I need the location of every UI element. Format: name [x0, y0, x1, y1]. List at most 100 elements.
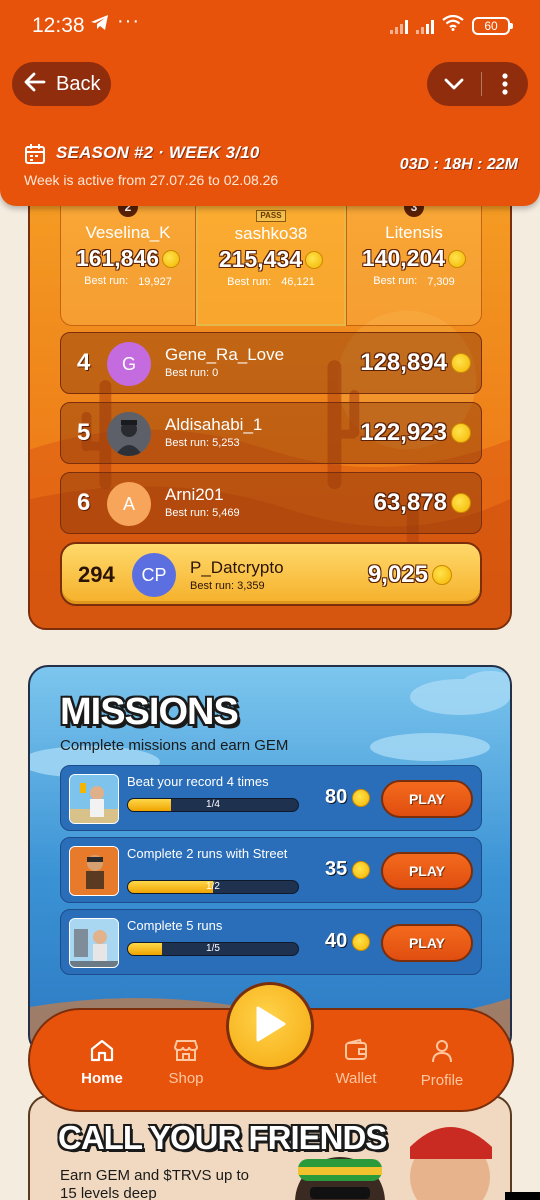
row-best-run: Best run: 5,253	[165, 437, 240, 449]
my-score: 9,025	[368, 561, 452, 589]
best-run-value: 19,927	[138, 275, 172, 288]
progress-text: 1/4	[206, 799, 220, 810]
row-score: 122,923	[360, 419, 471, 447]
score-value: 215,434	[218, 246, 303, 272]
mission-progress-bar: 1/2	[127, 880, 299, 894]
nav-shop[interactable]: Shop	[146, 1038, 226, 1087]
row-score: 128,894	[360, 349, 471, 377]
mission-item: Beat your record 4 times 1/4 80 PLAY	[60, 765, 482, 831]
podium-second[interactable]: 2 Veselina_K 161,846 Best run: 19,927	[60, 197, 196, 326]
status-time: 12:38	[32, 14, 85, 37]
best-run-label: Best run:	[373, 275, 418, 287]
score-value: 161,846	[75, 245, 160, 271]
score-value: 9,025	[367, 561, 428, 588]
mission-title: Complete 2 runs with Street	[127, 846, 288, 861]
nav-label: Profile	[420, 1072, 464, 1089]
battery-icon: 60	[472, 16, 513, 35]
my-rank-row[interactable]: 294 CP P_Datcrypto Best run: 3,359 9,025	[60, 542, 482, 606]
chevron-down-icon[interactable]	[427, 62, 481, 106]
play-mission-button[interactable]: PLAY	[381, 780, 473, 818]
player-name: Litensis	[385, 223, 443, 242]
avatar	[107, 412, 151, 456]
play-button[interactable]	[226, 982, 314, 1070]
podium-first[interactable]: PASS sashko38 215,434 Best run: 46,121	[196, 202, 346, 326]
status-bar: 12:38 ··· 60	[0, 0, 540, 52]
leaderboard-row[interactable]: 6 A Arni201 Best run: 5,469 63,878	[60, 472, 482, 534]
mission-item: Complete 2 runs with Street 1/2 35 PLAY	[60, 837, 482, 903]
nav-label: Wallet	[335, 1070, 377, 1087]
coin-icon	[352, 860, 371, 879]
play-mission-button[interactable]: PLAY	[381, 924, 473, 962]
row-rank: 4	[77, 349, 91, 376]
best-run: Best run: 46,121	[198, 276, 344, 288]
coin-icon	[451, 493, 471, 513]
row-name: Aldisahabi_1	[165, 415, 263, 434]
mission-title: Complete 5 runs	[127, 918, 223, 933]
coin-icon	[162, 249, 181, 268]
season-title: SEASON #2 · WEEK 3/10	[56, 143, 260, 162]
row-rank: 6	[77, 489, 91, 516]
row-score: 63,878	[374, 489, 471, 517]
reward-value: 35	[325, 858, 348, 880]
my-rank: 294	[78, 562, 115, 587]
best-run-label: Best run:	[227, 276, 272, 288]
telegram-icon	[90, 14, 110, 37]
signal-icon	[390, 18, 408, 34]
nav-home[interactable]: Home	[62, 1038, 142, 1087]
wifi-icon	[442, 14, 464, 36]
mission-reward: 35	[325, 858, 371, 881]
leaderboard-card: 2 Veselina_K 161,846 Best run: 19,927 PAS…	[28, 150, 512, 630]
missions-subtitle: Complete missions and earn GEM	[60, 737, 289, 754]
avatar: A	[107, 482, 151, 526]
pass-badge: PASS	[256, 210, 286, 222]
score-value: 122,923	[360, 419, 447, 446]
mission-thumbnail	[69, 918, 119, 968]
player-name: sashko38	[234, 224, 308, 243]
progress-text: 1/2	[206, 881, 220, 892]
nav-profile[interactable]: Profile	[402, 1038, 482, 1089]
avatar: G	[107, 342, 151, 386]
play-mission-button[interactable]: PLAY	[381, 852, 473, 890]
signal-icon-2	[416, 18, 434, 34]
season-subtitle: Week is active from 27.07.26 to 02.08.26	[24, 172, 279, 188]
calendar-icon	[24, 143, 46, 170]
back-button[interactable]: Back	[12, 62, 111, 106]
nav-label: Shop	[168, 1070, 204, 1087]
system-gesture-bar	[505, 1192, 540, 1200]
coin-icon	[451, 423, 471, 443]
mission-reward: 80	[325, 786, 371, 809]
profile-icon	[430, 1040, 454, 1068]
app-header: 12:38 ··· 60 Back SEASON #2 · WEEK 3/10 …	[0, 0, 540, 206]
mission-thumbnail	[69, 846, 119, 896]
mission-item: Complete 5 runs 1/5 40 PLAY	[60, 909, 482, 975]
home-icon	[89, 1039, 115, 1066]
mission-reward: 40	[325, 930, 371, 953]
coin-icon	[451, 353, 471, 373]
best-run-label: Best run:	[84, 275, 129, 287]
row-best-run: Best run: 0	[165, 367, 219, 379]
best-run: Best run: 19,927	[61, 275, 195, 288]
more-notifications-icon: ···	[117, 10, 140, 32]
player-score: 215,434	[198, 246, 344, 273]
podium-third[interactable]: 3 Litensis 140,204 Best run: 7,309	[346, 197, 482, 326]
more-vertical-icon[interactable]	[482, 62, 528, 106]
progress-text: 1/5	[206, 943, 220, 954]
arrow-left-icon	[24, 72, 46, 97]
mission-progress-bar: 1/4	[127, 798, 299, 812]
nav-wallet[interactable]: Wallet	[316, 1038, 396, 1087]
player-name: Veselina_K	[85, 223, 171, 242]
leaderboard-row[interactable]: 5 Aldisahabi_1 Best run: 5,253 122,923	[60, 402, 482, 464]
week-countdown: 03D : 18H : 22M	[399, 156, 518, 173]
status-icons: 60	[390, 14, 513, 36]
shop-icon	[172, 1040, 200, 1066]
coin-icon	[352, 932, 371, 951]
missions-title: MISSIONS	[60, 691, 239, 733]
leaderboard-row[interactable]: 4 G Gene_Ra_Love Best run: 0 128,894	[60, 332, 482, 394]
score-value: 140,204	[361, 245, 446, 271]
back-label: Back	[56, 72, 101, 95]
play-icon	[252, 1004, 288, 1049]
best-run-value: 7,309	[427, 275, 455, 288]
score-value: 128,894	[360, 349, 447, 376]
player-score: 140,204	[347, 245, 481, 272]
reward-value: 40	[325, 930, 348, 952]
